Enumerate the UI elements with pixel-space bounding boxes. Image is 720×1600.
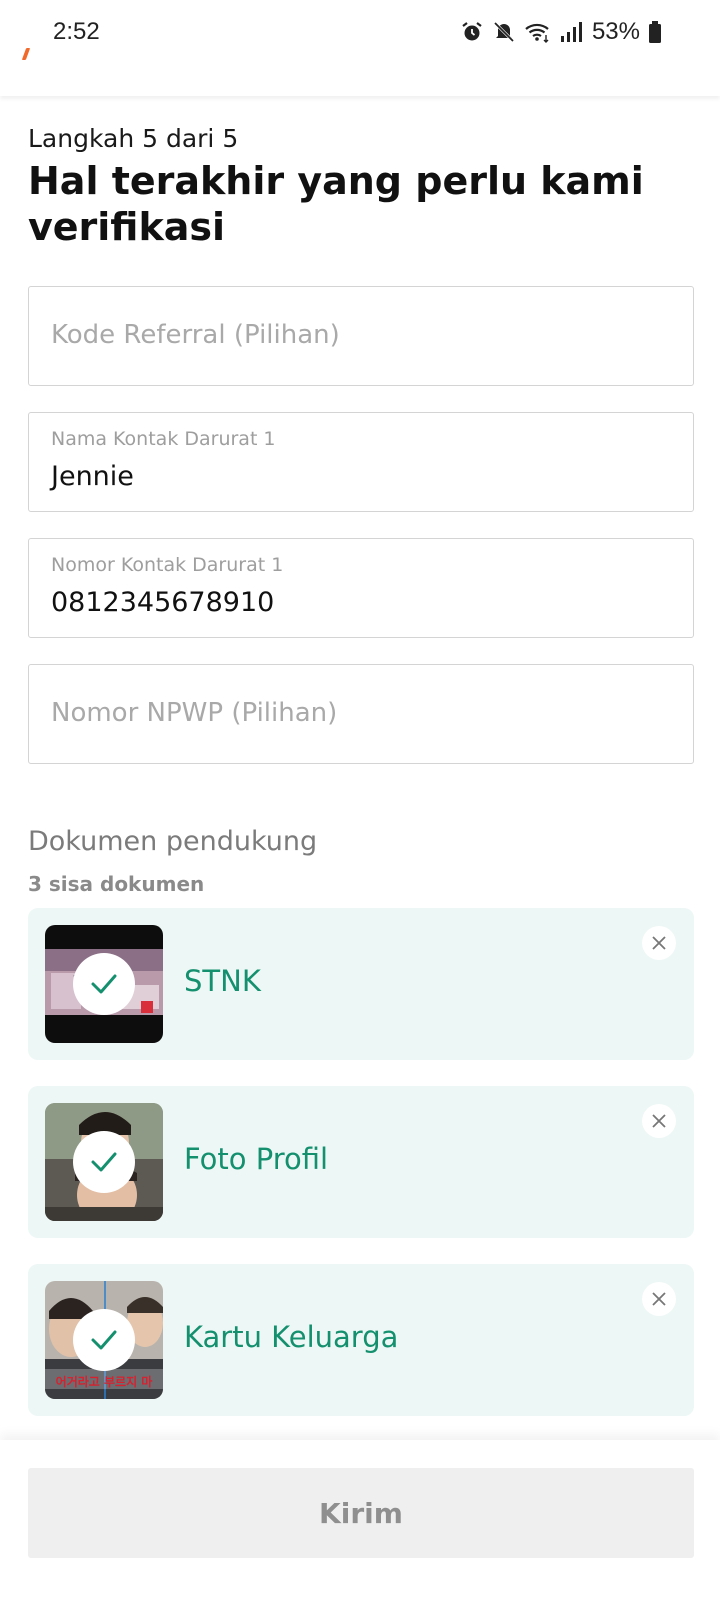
alarm-icon	[460, 20, 484, 44]
status-time: 2:52	[53, 18, 100, 45]
step-indicator: Langkah 5 dari 5	[28, 124, 239, 153]
mute-icon	[492, 20, 516, 44]
document-card-kartu-keluarga[interactable]: 어거라고 부르지 마 Kartu Keluarga	[28, 1264, 694, 1416]
submit-button[interactable]: Kirim	[28, 1468, 694, 1558]
check-icon	[73, 1131, 135, 1193]
close-icon	[652, 1114, 666, 1128]
status-icons: 53%	[460, 18, 662, 46]
document-thumbnail	[45, 1103, 163, 1221]
remove-document-button[interactable]	[642, 1104, 676, 1138]
document-label: Foto Profil	[184, 1142, 329, 1176]
close-icon	[652, 936, 666, 950]
bottom-action-bar: Kirim	[0, 1440, 720, 1600]
battery-percentage: 53%	[591, 18, 640, 45]
wifi-icon	[524, 20, 552, 44]
status-bar: 2:52 53%	[0, 0, 720, 66]
npwp-number-placeholder: Nomor NPWP (Pilihan)	[51, 698, 338, 728]
page-title: Hal terakhir yang perlu kami verifikasi	[28, 159, 644, 249]
signal-icon	[560, 21, 582, 43]
emergency-contact-phone-label: Nomor Kontak Darurat 1	[51, 554, 284, 576]
battery-icon	[648, 20, 662, 44]
documents-remaining-count: 3 sisa dokumen	[28, 872, 205, 896]
emergency-contact-name-field[interactable]: Nama Kontak Darurat 1 Jennie	[28, 412, 694, 512]
documents-section-title: Dokumen pendukung	[28, 826, 318, 857]
document-label: STNK	[184, 964, 261, 998]
emergency-contact-phone-value: 0812345678910	[51, 587, 275, 618]
emergency-contact-name-value: Jennie	[51, 461, 134, 492]
document-label: Kartu Keluarga	[184, 1320, 399, 1354]
referral-code-placeholder: Kode Referral (Pilihan)	[51, 320, 340, 350]
document-thumbnail: 어거라고 부르지 마	[45, 1281, 163, 1399]
document-card-foto-profil[interactable]: Foto Profil	[28, 1086, 694, 1238]
thumbnail-caption: 어거라고 부르지 마	[55, 1375, 153, 1389]
check-icon	[73, 1309, 135, 1371]
document-thumbnail	[45, 925, 163, 1043]
remove-document-button[interactable]	[642, 1282, 676, 1316]
npwp-number-field[interactable]: Nomor NPWP (Pilihan)	[28, 664, 694, 764]
check-icon	[73, 953, 135, 1015]
app-header	[0, 66, 720, 96]
emergency-contact-name-label: Nama Kontak Darurat 1	[51, 428, 276, 450]
referral-code-field[interactable]: Kode Referral (Pilihan)	[28, 286, 694, 386]
close-icon	[652, 1292, 666, 1306]
document-card-stnk[interactable]: STNK	[28, 908, 694, 1060]
remove-document-button[interactable]	[642, 926, 676, 960]
emergency-contact-phone-field[interactable]: Nomor Kontak Darurat 1 0812345678910	[28, 538, 694, 638]
